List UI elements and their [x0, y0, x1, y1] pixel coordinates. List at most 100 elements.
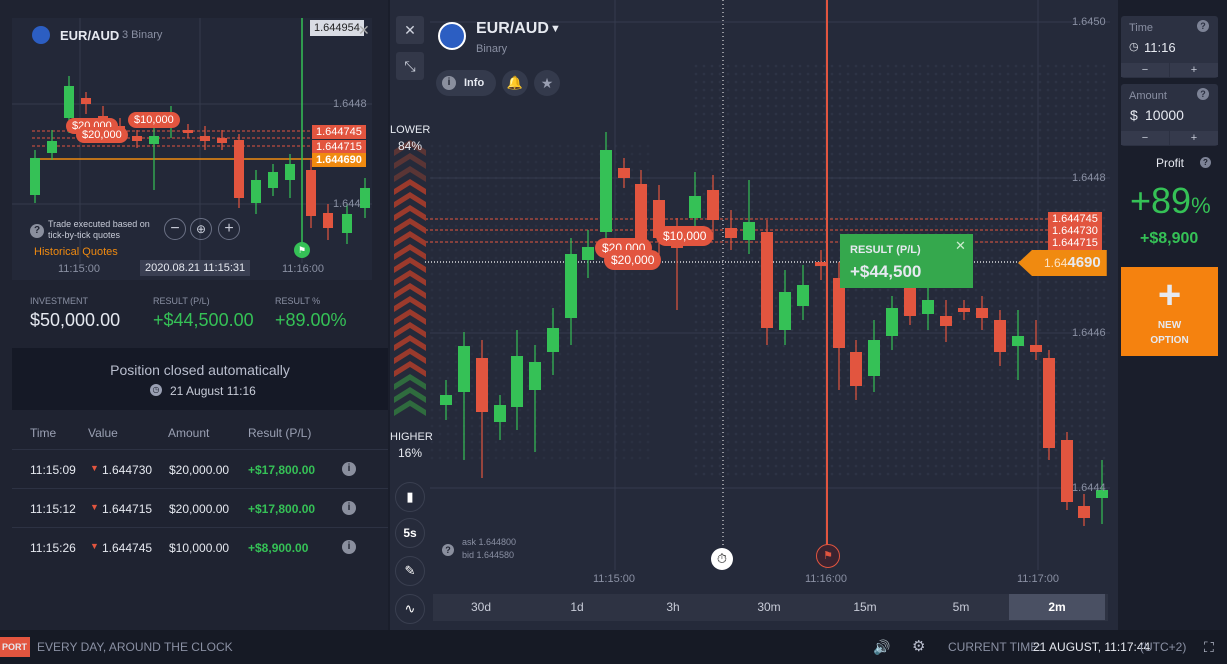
- candle-body: [725, 228, 737, 238]
- collapse-icon[interactable]: ⤡: [396, 52, 424, 80]
- zoom-in-button[interactable]: +: [218, 218, 240, 240]
- crosshair-icon[interactable]: ⊕: [190, 218, 212, 240]
- close-icon[interactable]: ✕: [955, 238, 966, 254]
- trade-result: +$17,800.00: [248, 463, 316, 477]
- candle-body: [582, 247, 594, 260]
- tick-note: Trade executed based on tick-by-tick quo…: [48, 219, 150, 240]
- trade-time: 11:15:26: [30, 541, 76, 555]
- mini-price-label: 1.644: [333, 198, 361, 210]
- period-15m[interactable]: 15m: [817, 594, 913, 620]
- candle-body: [268, 172, 278, 188]
- info-button[interactable]: i Info: [436, 70, 496, 96]
- result-value: +$44,500.00: [153, 310, 254, 330]
- interval-button[interactable]: 5s: [395, 518, 425, 548]
- candle-body: [994, 320, 1006, 352]
- candle-body: [285, 164, 295, 180]
- candle-body: [833, 278, 845, 348]
- candle-body: [183, 130, 193, 133]
- chevron-down-icon[interactable]: ▼: [550, 23, 561, 35]
- col-header: Result (P/L): [248, 426, 312, 440]
- info-icon[interactable]: i: [342, 540, 356, 554]
- amount-plus-button[interactable]: +: [1170, 131, 1218, 145]
- slogan: EVERY DAY, AROUND THE CLOCK: [37, 640, 233, 654]
- info-icon[interactable]: ?: [30, 224, 44, 238]
- period-3h[interactable]: 3h: [625, 594, 721, 620]
- higher-label: HIGHER: [390, 431, 433, 443]
- trade-amount: $10,000.00: [169, 541, 230, 555]
- close-icon[interactable]: ✕: [358, 22, 370, 39]
- period-30m[interactable]: 30m: [721, 594, 817, 620]
- trade-details-panel: EUR/AUD 3 Binary 1.644954 ✕ 1.6448 1.644…: [0, 0, 388, 630]
- profit-pct: +89%: [1130, 180, 1211, 222]
- trade-value: 1.644745: [102, 541, 153, 555]
- indicators-icon[interactable]: ∿: [395, 594, 425, 624]
- candle-body: [47, 141, 57, 153]
- candle-body: [81, 98, 91, 104]
- fullscreen-icon[interactable]: ⛶: [1204, 630, 1214, 664]
- asset-name[interactable]: EUR/AUD: [476, 20, 549, 38]
- time-minus-button[interactable]: −: [1121, 63, 1169, 77]
- info-icon[interactable]: i: [342, 501, 356, 515]
- period-1d[interactable]: 1d: [529, 594, 625, 620]
- time-selector[interactable]: Time ? ◷ 11:16 − +: [1121, 16, 1218, 78]
- star-icon[interactable]: ★: [534, 70, 560, 96]
- candle-body: [440, 395, 452, 405]
- trade-result: +$17,800.00: [248, 502, 316, 516]
- bet-bubble: $20,000: [604, 250, 662, 270]
- candle-body: [1030, 345, 1042, 352]
- mini-tag: 1.644715: [312, 140, 366, 154]
- period-5m[interactable]: 5m: [913, 594, 1009, 620]
- zoom-out-button[interactable]: −: [164, 218, 186, 240]
- candle-body: [886, 308, 898, 336]
- price-label: 1.6448: [1072, 172, 1106, 184]
- candle-body: [547, 328, 559, 352]
- time-cursor-label: 2020.08.21 11:15:31: [140, 260, 251, 276]
- time-plus-button[interactable]: +: [1170, 63, 1218, 77]
- candle-body: [234, 140, 244, 198]
- timezone: (UTC+2): [1140, 640, 1187, 654]
- candle-body: [797, 285, 809, 306]
- period-30d[interactable]: 30d: [433, 594, 529, 620]
- timer-icon: ⏱: [711, 548, 733, 570]
- help-icon[interactable]: ?: [1200, 157, 1211, 168]
- clock-icon: ◷: [150, 384, 162, 396]
- chart-type-icon[interactable]: ▮: [395, 482, 425, 512]
- info-icon[interactable]: ?: [442, 544, 454, 556]
- new-option-button[interactable]: + NEW OPTION: [1121, 267, 1218, 356]
- mini-price-label: 1.6448: [333, 98, 367, 110]
- down-arrow-icon: ▼: [90, 463, 99, 473]
- sound-icon[interactable]: 🔊: [873, 630, 890, 664]
- trade-result: +$8,900.00: [248, 541, 309, 555]
- new-option-label: OPTION: [1150, 335, 1189, 346]
- help-icon[interactable]: ?: [1197, 20, 1209, 32]
- candle-body: [976, 308, 988, 318]
- time-label: Time: [1129, 22, 1154, 34]
- support-button[interactable]: PORT: [0, 637, 30, 657]
- close-chart-button[interactable]: ✕: [396, 16, 424, 44]
- closed-title: Position closed automatically: [110, 362, 290, 378]
- col-header: Time: [30, 426, 57, 440]
- new-option-label: NEW: [1157, 320, 1182, 331]
- help-icon[interactable]: ?: [1197, 88, 1209, 100]
- candle-body: [529, 362, 541, 390]
- price-label: 1.6450: [1072, 16, 1106, 28]
- info-icon[interactable]: i: [342, 462, 356, 476]
- down-arrow-icon: ▼: [90, 502, 99, 512]
- amount-selector[interactable]: Amount ? $ 10000 − +: [1121, 84, 1218, 146]
- asset-type: Binary: [476, 43, 508, 55]
- candle-body: [635, 184, 647, 242]
- historical-quotes-link[interactable]: Historical Quotes: [34, 246, 118, 258]
- candle-body: [707, 190, 719, 220]
- candle-body: [743, 222, 755, 240]
- amount-input[interactable]: 10000: [1145, 107, 1184, 123]
- candle-body: [251, 180, 261, 203]
- pencil-icon[interactable]: ✎: [395, 556, 425, 586]
- period-2m[interactable]: 2m: [1009, 594, 1105, 620]
- bell-icon[interactable]: 🔔: [502, 70, 528, 96]
- candle-body: [149, 136, 159, 144]
- time-value: 11:16: [1144, 40, 1176, 55]
- candle-body: [618, 168, 630, 178]
- gear-icon[interactable]: ⚙: [912, 630, 925, 664]
- amount-minus-button[interactable]: −: [1121, 131, 1169, 145]
- candle-body: [1043, 358, 1055, 448]
